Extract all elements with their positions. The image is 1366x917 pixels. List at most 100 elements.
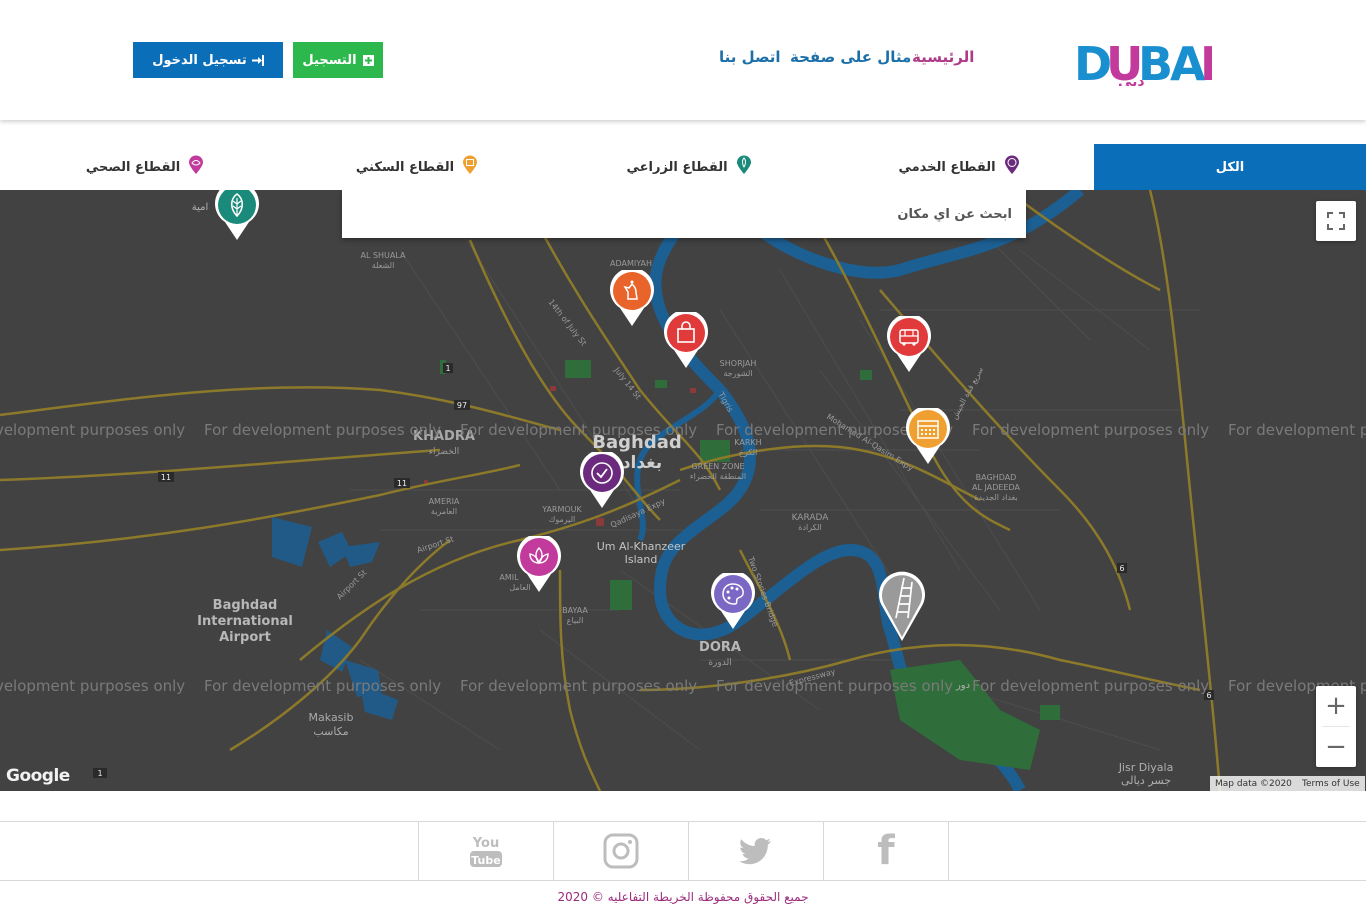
map-base: 97 11 11 1 6 6 1 AL SHUALA الشعلة ADAMIY…	[0, 190, 1366, 791]
tab-all-label: الكل	[1215, 159, 1245, 175]
nav-home[interactable]: الرئيسية	[912, 48, 974, 66]
twitter-icon	[740, 838, 771, 865]
label-adamiyah: ADAMIYAH	[610, 259, 652, 268]
shop-marker-orange[interactable]	[609, 267, 655, 332]
register-button[interactable]: التسجيل	[293, 42, 383, 78]
category-tabs: الكل القطاع الخدمي القطاع الزراعي القطاع…	[0, 144, 1366, 190]
watermark: For development purposes only	[0, 677, 185, 695]
label-shorjah: SHORJAH	[720, 359, 757, 368]
fullscreen-icon	[1327, 212, 1345, 230]
fullscreen-button[interactable]	[1316, 201, 1356, 241]
label-airport-3: Airport	[219, 630, 271, 645]
watermark: For development purposes only	[204, 677, 441, 695]
login-label: تسجيل الدخول	[152, 52, 247, 68]
watermark: For development purposes only	[972, 421, 1209, 439]
watermark: For development purposes only	[460, 421, 697, 439]
label-karada: KARADA	[792, 513, 830, 523]
tab-housing[interactable]: القطاع السكني	[280, 144, 554, 190]
shield-11b: 11	[397, 479, 407, 488]
google-logo[interactable]: Google	[6, 766, 70, 786]
label-karkh-ar: الكرخ	[739, 448, 758, 457]
youtube-link[interactable]: You Tube	[418, 822, 553, 880]
svg-text:D: D	[1074, 37, 1110, 86]
login-button[interactable]: تسجيل الدخول	[133, 42, 283, 78]
label-baghdad-ar: بغداد	[622, 453, 662, 473]
search-placeholder: ابحث عن اي مكان	[897, 206, 1012, 222]
ladder-marker[interactable]	[877, 568, 927, 648]
label-baghdad-jadeeda-2: AL JADEEDA	[972, 483, 1020, 492]
watermark: For development purposes only	[1228, 421, 1366, 439]
watermark: For development purposes only	[460, 677, 697, 695]
register-label: التسجيل	[302, 52, 357, 68]
label-airport-2: International	[197, 614, 293, 629]
label-karada-ar: الكرادة	[798, 523, 821, 532]
instagram-link[interactable]	[553, 822, 688, 880]
facebook-link[interactable]: f	[823, 822, 949, 880]
dubai-logo[interactable]: D U B A I دبي	[1074, 36, 1217, 91]
agriculture-pin-icon	[736, 155, 752, 179]
label-um-al-khanzeer: Um Al-Khanzeer	[597, 540, 686, 553]
label-island: Island	[625, 553, 658, 566]
label-green-zone: GREEN ZONE	[691, 462, 744, 471]
map-search-input[interactable]: ابحث عن اي مكان	[342, 190, 1026, 238]
palette-marker[interactable]	[710, 570, 756, 635]
label-yarmouk: YARMOUK	[541, 505, 582, 514]
shield-11: 11	[161, 473, 171, 482]
health-pin-icon	[188, 155, 204, 179]
label-amiyat: امية	[192, 202, 209, 213]
tab-housing-label: القطاع السكني	[355, 159, 455, 175]
shield-1b: 1	[97, 769, 102, 778]
label-dora: DORA	[699, 640, 741, 655]
label-dora-ar: الدورة	[708, 658, 731, 668]
copyright-text: جميع الحقوق محفوظة الخريطة التفاعليه © 2…	[557, 890, 809, 904]
shopping-marker[interactable]	[663, 309, 709, 374]
label-shorjah-ar: الشورجة	[723, 369, 752, 378]
tab-all[interactable]: الكل	[1094, 144, 1366, 190]
tab-agriculture[interactable]: القطاع الزراعي	[554, 144, 824, 190]
label-karkh: KARKH	[734, 438, 761, 447]
check-marker[interactable]	[579, 449, 625, 514]
svg-text:I: I	[1200, 37, 1212, 86]
tab-services[interactable]: القطاع الخدمي	[824, 144, 1094, 190]
label-al-shuala-ar: الشعلة	[372, 261, 395, 270]
watermark: For development purposes only	[204, 421, 441, 439]
bus-marker[interactable]	[886, 313, 932, 378]
agriculture-marker[interactable]	[214, 190, 260, 246]
label-khadra-ar: الخضراء	[429, 447, 460, 457]
label-yarmouk-ar: اليرموك	[549, 515, 576, 524]
watermark: For development purposes only	[716, 677, 953, 695]
label-ameria-ar: العامرية	[431, 507, 457, 516]
nav-example-page[interactable]: مثال على صفحة	[790, 48, 911, 66]
tab-agriculture-label: القطاع الزراعي	[626, 159, 728, 175]
facebook-icon: f	[877, 828, 895, 874]
shield-1: 1	[445, 364, 450, 373]
label-airport-1: Baghdad	[213, 598, 278, 613]
label-green-zone-ar: المنطقة الخضراء	[690, 472, 746, 481]
logo-arabic: دبي	[1118, 74, 1145, 86]
nav-contact[interactable]: اتصل بنا	[719, 48, 781, 66]
social-bar: You Tube f	[0, 821, 1366, 881]
watermark: For development purposes only	[0, 421, 185, 439]
tab-health[interactable]: القطاع الصحي	[10, 144, 280, 190]
label-baghdad-jadeeda-ar: بغداد الجديدة	[974, 493, 1017, 502]
label-makasib-ar: مكاسب	[313, 725, 348, 738]
watermark: For development purposes only	[972, 677, 1209, 695]
youtube-icon: You Tube	[470, 836, 502, 867]
zoom-out-button[interactable]: −	[1316, 727, 1356, 767]
zoom-control: + −	[1316, 686, 1356, 767]
shield-6: 6	[1119, 564, 1124, 573]
housing-pin-icon	[462, 155, 478, 179]
map[interactable]: 97 11 11 1 6 6 1 AL SHUALA الشعلة ADAMIY…	[0, 190, 1366, 791]
zoom-in-button[interactable]: +	[1316, 686, 1356, 726]
label-bayaa: BAYAA	[562, 606, 588, 615]
label-al-shuala: AL SHUALA	[360, 251, 406, 260]
label-ameria: AMERIA	[429, 497, 460, 506]
sign-in-icon	[251, 54, 264, 66]
calendar-marker[interactable]	[905, 405, 951, 470]
terms-link[interactable]: Terms of Use	[1297, 776, 1365, 791]
label-dur: دور	[955, 680, 970, 691]
map-attribution: Map data ©2020	[1210, 776, 1297, 791]
label-makasib: Makasib	[309, 711, 354, 724]
lotus-marker[interactable]	[516, 533, 562, 598]
twitter-link[interactable]	[688, 822, 823, 880]
